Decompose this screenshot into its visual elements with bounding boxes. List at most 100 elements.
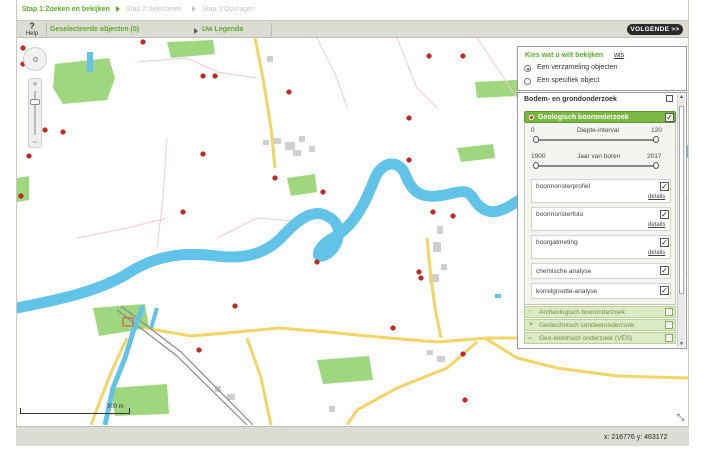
borehole-marker[interactable] [140,39,146,45]
scale-label: 300 m [107,404,124,410]
borehole-marker[interactable] [320,189,326,195]
year-min-handle[interactable] [533,162,539,169]
item-checkbox[interactable]: ✓ [660,286,669,295]
step-arrow-icon [192,6,196,12]
item-label: chemische analyse [536,268,592,275]
depth-max-handle[interactable] [653,136,659,143]
category-label: Archeologisch booronderzoek [539,309,625,316]
radio-specific-label: Een specifiek object [537,77,600,84]
borehole-marker[interactable] [272,175,278,181]
help-icon: ? [29,21,35,31]
depth-min: 0 [531,127,535,134]
clear-link[interactable]: wis [614,52,624,59]
category-archeologisch[interactable]: ○ Archeologisch booronderzoek [524,306,676,318]
line-icon: ━ [528,336,532,342]
item-label: korrelgrootte-analyse [536,288,598,295]
borehole-marker[interactable] [390,325,396,331]
radio-collection-label: Een verzameling objecten [537,64,618,71]
borehole-marker[interactable] [60,129,66,135]
borehole-marker[interactable] [450,213,456,219]
chooser-title: Kies wat u wilt bekijken [525,52,604,59]
toolbar: ? Help Geselecteerde objecten (0) Uw Leg… [16,20,689,38]
category-label: Geo-elektrisch onderzoek (VES) [539,335,633,342]
item-checkbox[interactable]: ✓ [660,210,669,219]
circle-icon: ○ [528,309,532,315]
borehole-marker[interactable] [286,89,292,95]
details-link[interactable]: details [648,222,665,228]
borehole-marker[interactable] [460,53,466,59]
item-label: boorgatmeting [536,239,578,246]
step-3-link[interactable]: Stap 3:Opvragen [202,6,255,13]
map-navigation: + − [23,47,47,163]
pan-control[interactable] [23,47,47,71]
borehole-marker[interactable] [180,209,186,215]
depth-min-handle[interactable] [533,136,539,143]
item-checkbox[interactable]: ✓ [660,182,669,191]
frame-border [16,0,17,446]
borehole-marker[interactable] [416,269,422,275]
borehole-marker[interactable] [196,347,202,353]
depth-max: 120 [651,127,662,134]
category-checkbox[interactable] [665,308,673,316]
borehole-marker[interactable] [406,115,412,121]
category-geotechnisch[interactable]: ▼ Geotechnisch sondeeronderzoek [524,319,676,331]
list-item: boormonsterfoto ✓ details [531,207,671,231]
layer-panel-title: Bodem- en grondonderzoek [524,96,617,103]
borehole-marker[interactable] [460,351,466,357]
scroll-up-icon[interactable]: ▲ [678,94,685,100]
borehole-marker[interactable] [200,151,206,157]
item-checkbox[interactable]: ✓ [660,266,669,275]
help-button[interactable]: ? Help [24,21,40,38]
category-checkbox[interactable] [665,334,673,342]
scroll-down-icon[interactable]: ▼ [678,341,685,347]
resize-arrow-icon[interactable]: ⤡ [677,412,684,423]
collapse-icon[interactable] [666,95,673,102]
scroll-thumb[interactable] [679,106,684,294]
details-link[interactable]: details [648,250,665,256]
step-arrow-icon [116,6,120,12]
layer-scrollbar[interactable]: ▲ ▼ [677,94,685,347]
category-geo-elektrisch[interactable]: ━ Geo-elektrisch onderzoek (VES) [524,332,676,344]
borehole-marker[interactable] [232,303,238,309]
step-1-link[interactable]: Stap 1:Zoeken en bekijken [22,6,110,13]
borehole-marker[interactable] [418,275,424,281]
borehole-dot-icon [529,115,534,120]
list-item: korrelgrootte-analyse ✓ [531,283,671,299]
step-2-link[interactable]: Stap 2:Selecteren [126,6,182,13]
borehole-marker[interactable] [426,53,432,59]
borehole-marker[interactable] [18,193,24,199]
zoom-slider-handle[interactable] [30,99,40,105]
depth-title: Diepte-interval [577,127,619,134]
year-max-handle[interactable] [653,162,659,169]
category-checkbox[interactable]: ✓ [665,113,674,122]
next-button[interactable]: VOLGENDE >> [627,24,683,35]
details-link[interactable]: details [648,194,665,200]
item-label: boormonsterfoto [536,211,584,218]
legend-button[interactable]: Uw Legenda [202,26,243,33]
scale-line [20,413,130,414]
borehole-marker[interactable] [406,157,412,163]
category-label: Geotechnisch sondeeronderzoek [539,322,635,329]
borehole-marker[interactable] [462,397,468,403]
year-min: 1900 [531,153,546,160]
year-track [535,165,657,167]
radio-specific[interactable] [524,78,531,85]
depth-track [535,139,657,141]
help-label: Help [25,31,39,37]
category-checkbox[interactable] [665,321,673,329]
view-chooser: Kies wat u wilt bekijken wis Een verzame… [517,46,687,91]
borehole-marker[interactable] [200,73,206,79]
borehole-marker[interactable] [212,73,218,79]
scale-tick [129,408,130,414]
category-geologisch[interactable]: Geologisch booronderzoek ✓ [524,111,676,123]
toolbar-divider [46,23,47,36]
selected-objects-button[interactable]: Geselecteerde objecten (0) [50,26,139,33]
year-max: 2017 [647,153,662,160]
borehole-marker[interactable] [314,259,320,265]
frame-border [688,0,689,446]
zoom-out-icon[interactable]: − [29,137,41,147]
item-checkbox[interactable]: ✓ [660,238,669,247]
radio-collection[interactable] [524,65,531,72]
borehole-marker[interactable] [430,209,436,215]
zoom-in-icon[interactable]: + [29,79,41,89]
